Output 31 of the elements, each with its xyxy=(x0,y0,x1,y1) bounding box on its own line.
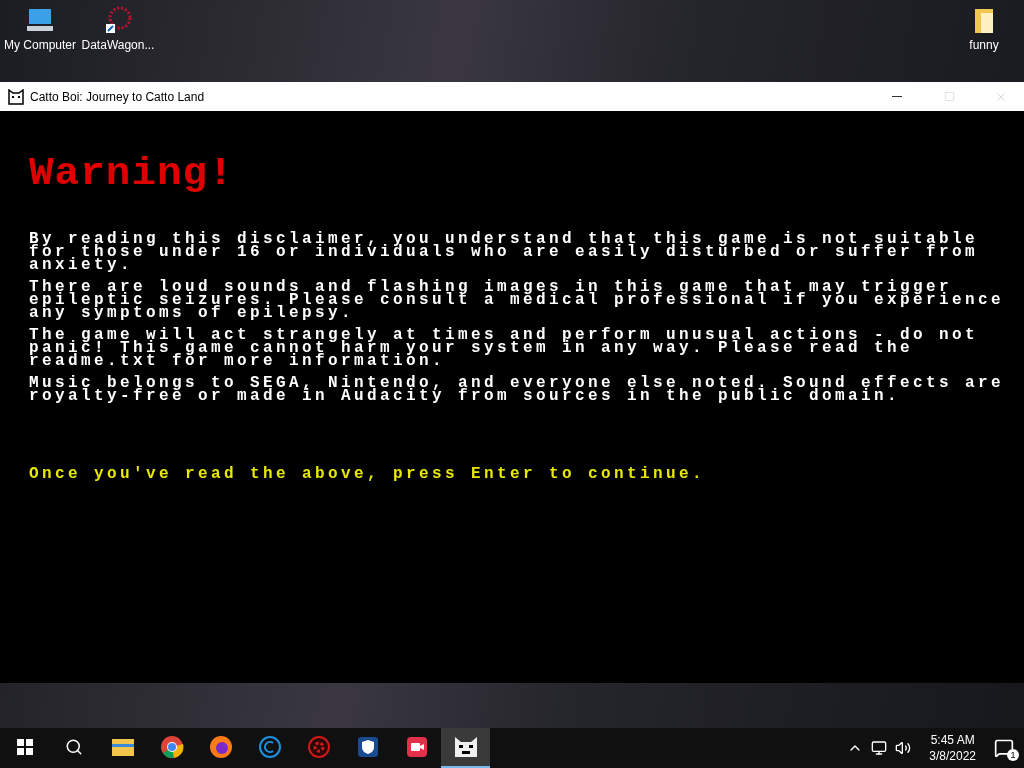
clock-date[interactable]: 3/8/2022 xyxy=(929,748,976,764)
warning-heading: Warning! xyxy=(29,152,235,197)
window-title: Catto Boi: Journey to Catto Land xyxy=(30,89,205,104)
cat-face-icon xyxy=(8,88,24,105)
disclaimer-paragraph: By reading this disclaimer, you understand that this game is not suitable for those under 16 or individuals who are easily disturbed or suffer from anxiety. xyxy=(29,233,980,273)
windows-logo-icon xyxy=(16,739,33,755)
search-icon xyxy=(64,738,83,756)
notification-icon[interactable] xyxy=(994,738,1014,758)
desktop-icon-label[interactable]: funny xyxy=(969,38,999,52)
folder-icon xyxy=(110,737,135,757)
disclaimer-paragraph: Music belongs to SEGA, Nintendo, and everyone else noted. Sound effects are royalty-free or made in Audacity from sources in the public domain. xyxy=(29,377,1006,404)
browser-icon xyxy=(208,735,233,759)
continue-prompt: Once you've read the above, press Enter to continue. xyxy=(29,465,707,484)
minimize-icon xyxy=(892,96,902,98)
maximize-icon xyxy=(943,91,955,103)
browser-icon xyxy=(159,735,184,759)
taskbar-app-button[interactable] xyxy=(441,728,490,768)
network-icon[interactable] xyxy=(871,740,888,756)
notification-count: 1 xyxy=(1007,749,1019,761)
network-icon xyxy=(103,6,133,36)
disclaimer-paragraph: There are loud sounds and flashing images in this game that may trigger epileptic seizures. Please consult a medical professional if you experience any symptoms of epilepsy. xyxy=(29,281,1006,321)
volume-icon[interactable] xyxy=(895,740,912,756)
c-logo-icon xyxy=(257,735,282,759)
clock-time[interactable]: 5:45 AM xyxy=(930,732,975,748)
cat-face-icon xyxy=(452,735,479,759)
desktop-icon-label[interactable]: DataWagon... xyxy=(81,38,155,52)
shield-icon xyxy=(355,735,380,759)
disclaimer-paragraph: The game will act strangely at times and perform unusual actions - do not panic! This game cannot harm your system in any way. Please read the readme.txt for more information. xyxy=(29,329,980,369)
gear-icon xyxy=(306,735,331,759)
desktop-icon-label[interactable]: My Computer xyxy=(4,38,76,52)
camera-icon xyxy=(404,735,429,759)
